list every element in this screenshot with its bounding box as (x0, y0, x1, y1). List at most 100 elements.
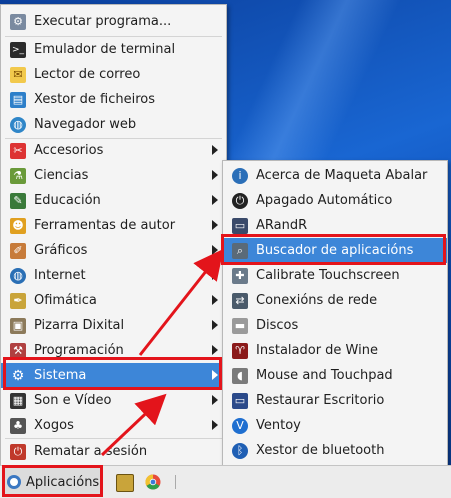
touchscreen-icon: ✚ (232, 267, 248, 284)
shutdown-icon: ⏻ (232, 192, 248, 209)
file-manager-launcher-icon[interactable] (116, 474, 134, 492)
submenu-arrow-icon (212, 145, 218, 155)
taskbar-separator (175, 475, 176, 489)
submenu-arrow-icon (212, 170, 218, 180)
submenu-item-network-connections[interactable]: ⇄ Conexións de rede (223, 288, 447, 313)
submenu-arrow-icon (212, 395, 218, 405)
menu-item-digital-whiteboard[interactable]: ▣ Pizarra Dixital (1, 313, 226, 338)
menu-item-label: Executar programa... (34, 14, 172, 29)
menu-item-label: Educación (34, 193, 101, 208)
restore-desktop-icon: ▭ (232, 392, 248, 409)
submenu-arrow-icon (212, 270, 218, 280)
chrome-launcher-icon[interactable] (145, 474, 161, 490)
display-icon: ▭ (232, 217, 248, 234)
submenu-item-label: Discos (256, 318, 299, 333)
education-icon: ✎ (10, 192, 26, 209)
menu-item-science[interactable]: ⚗ Ciencias (1, 163, 226, 188)
mouse-icon: ◖ (232, 367, 248, 384)
menu-item-authoring-tools[interactable]: ☻ Ferramentas de autor (1, 213, 226, 238)
menu-item-run-program[interactable]: ⚙ Executar programa... (1, 9, 226, 34)
submenu-item-label: Ventoy (256, 418, 301, 433)
submenu-item-label: Apagado Automático (256, 193, 393, 208)
menu-item-file-manager[interactable]: ▤ Xestor de ficheiros (1, 87, 226, 112)
submenu-arrow-icon (212, 195, 218, 205)
submenu-arrow-icon (212, 420, 218, 430)
submenu-item-label: Calibrate Touchscreen (256, 268, 400, 283)
menu-item-label: Internet (34, 268, 86, 283)
multimedia-icon: ▦ (10, 392, 26, 409)
menu-item-games[interactable]: ♣ Xogos (1, 413, 226, 438)
accessories-icon: ✂ (10, 142, 26, 159)
disk-icon: ▬ (232, 317, 248, 334)
whiteboard-icon: ▣ (10, 317, 26, 334)
system-submenu: i Acerca de Maqueta Abalar ⏻ Apagado Aut… (222, 160, 448, 467)
submenu-item-label: Xestor de bluetooth (256, 443, 385, 458)
office-icon: ✒ (10, 292, 26, 309)
applications-menu: ⚙ Executar programa... >_ Emulador de te… (0, 4, 227, 467)
submenu-arrow-icon (212, 245, 218, 255)
menu-item-label: Xestor de ficheiros (34, 92, 155, 107)
menu-item-web-browser[interactable]: ◍ Navegador web (1, 112, 226, 137)
menu-item-label: Pizarra Dixital (34, 318, 125, 333)
submenu-item-bluetooth-manager[interactable]: ᛒ Xestor de bluetooth (223, 438, 447, 463)
file-manager-icon: ▤ (10, 91, 26, 108)
menu-item-label: Son e Vídeo (34, 393, 112, 408)
menu-item-label: Rematar a sesión (34, 444, 148, 459)
submenu-item-wine-installer[interactable]: ♈ Instalador de Wine (223, 338, 447, 363)
network-icon: ⇄ (232, 292, 248, 309)
submenu-item-mouse-touchpad[interactable]: ◖ Mouse and Touchpad (223, 363, 447, 388)
submenu-arrow-icon (212, 320, 218, 330)
submenu-item-label: Instalador de Wine (256, 343, 378, 358)
submenu-item-auto-shutdown[interactable]: ⏻ Apagado Automático (223, 188, 447, 213)
bluetooth-icon: ᛒ (232, 442, 248, 459)
wine-icon: ♈ (232, 342, 248, 359)
mail-icon: ✉ (10, 66, 26, 83)
menu-item-internet[interactable]: ◍ Internet (1, 263, 226, 288)
submenu-arrow-icon (212, 345, 218, 355)
graphics-icon: ✐ (10, 242, 26, 259)
terminal-icon: >_ (10, 41, 26, 58)
menu-item-label: Ciencias (34, 168, 89, 183)
menu-item-terminal[interactable]: >_ Emulador de terminal (1, 37, 226, 62)
submenu-item-label: Mouse and Touchpad (256, 368, 393, 383)
submenu-arrow-icon (212, 295, 218, 305)
logout-icon: ⏻ (10, 443, 26, 460)
menu-item-label: Programación (34, 343, 124, 358)
menu-item-office[interactable]: ✒ Ofimática (1, 288, 226, 313)
menu-item-sound-video[interactable]: ▦ Son e Vídeo (1, 388, 226, 413)
globe-icon: ◍ (10, 116, 26, 133)
menu-item-graphics[interactable]: ✐ Gráficos (1, 238, 226, 263)
menu-item-logout[interactable]: ⏻ Rematar a sesión (1, 439, 226, 464)
submenu-item-label: ARandR (256, 218, 308, 233)
submenu-item-label: Acerca de Maqueta Abalar (256, 168, 428, 183)
authoring-icon: ☻ (10, 217, 26, 234)
submenu-item-about[interactable]: i Acerca de Maqueta Abalar (223, 163, 447, 188)
about-icon: i (232, 167, 248, 184)
menu-item-label: Ofimática (34, 293, 97, 308)
highlight-app-finder-item (221, 234, 446, 265)
submenu-item-ventoy[interactable]: V Ventoy (223, 413, 447, 438)
submenu-item-restore-desktop[interactable]: ▭ Restaurar Escritorio (223, 388, 447, 413)
submenu-item-disks[interactable]: ▬ Discos (223, 313, 447, 338)
menu-item-accessories[interactable]: ✂ Accesorios (1, 138, 226, 163)
submenu-item-label: Conexións de rede (256, 293, 378, 308)
menu-item-mail[interactable]: ✉ Lector de correo (1, 62, 226, 87)
menu-item-label: Gráficos (34, 243, 88, 258)
science-icon: ⚗ (10, 167, 26, 184)
menu-item-label: Xogos (34, 418, 74, 433)
games-icon: ♣ (10, 417, 26, 434)
menu-item-label: Emulador de terminal (34, 42, 176, 57)
gear-run-icon: ⚙ (10, 13, 26, 30)
ventoy-icon: V (232, 417, 248, 434)
menu-item-label: Accesorios (34, 143, 104, 158)
submenu-arrow-icon (212, 220, 218, 230)
highlight-applications-button (2, 465, 103, 497)
menu-item-education[interactable]: ✎ Educación (1, 188, 226, 213)
submenu-item-label: Restaurar Escritorio (256, 393, 385, 408)
internet-icon: ◍ (10, 267, 26, 284)
menu-item-label: Ferramentas de autor (34, 218, 176, 233)
highlight-system-item (3, 357, 222, 390)
menu-item-label: Navegador web (34, 117, 137, 132)
submenu-item-calibrate-touchscreen[interactable]: ✚ Calibrate Touchscreen (223, 263, 447, 288)
menu-item-label: Lector de correo (34, 67, 141, 82)
